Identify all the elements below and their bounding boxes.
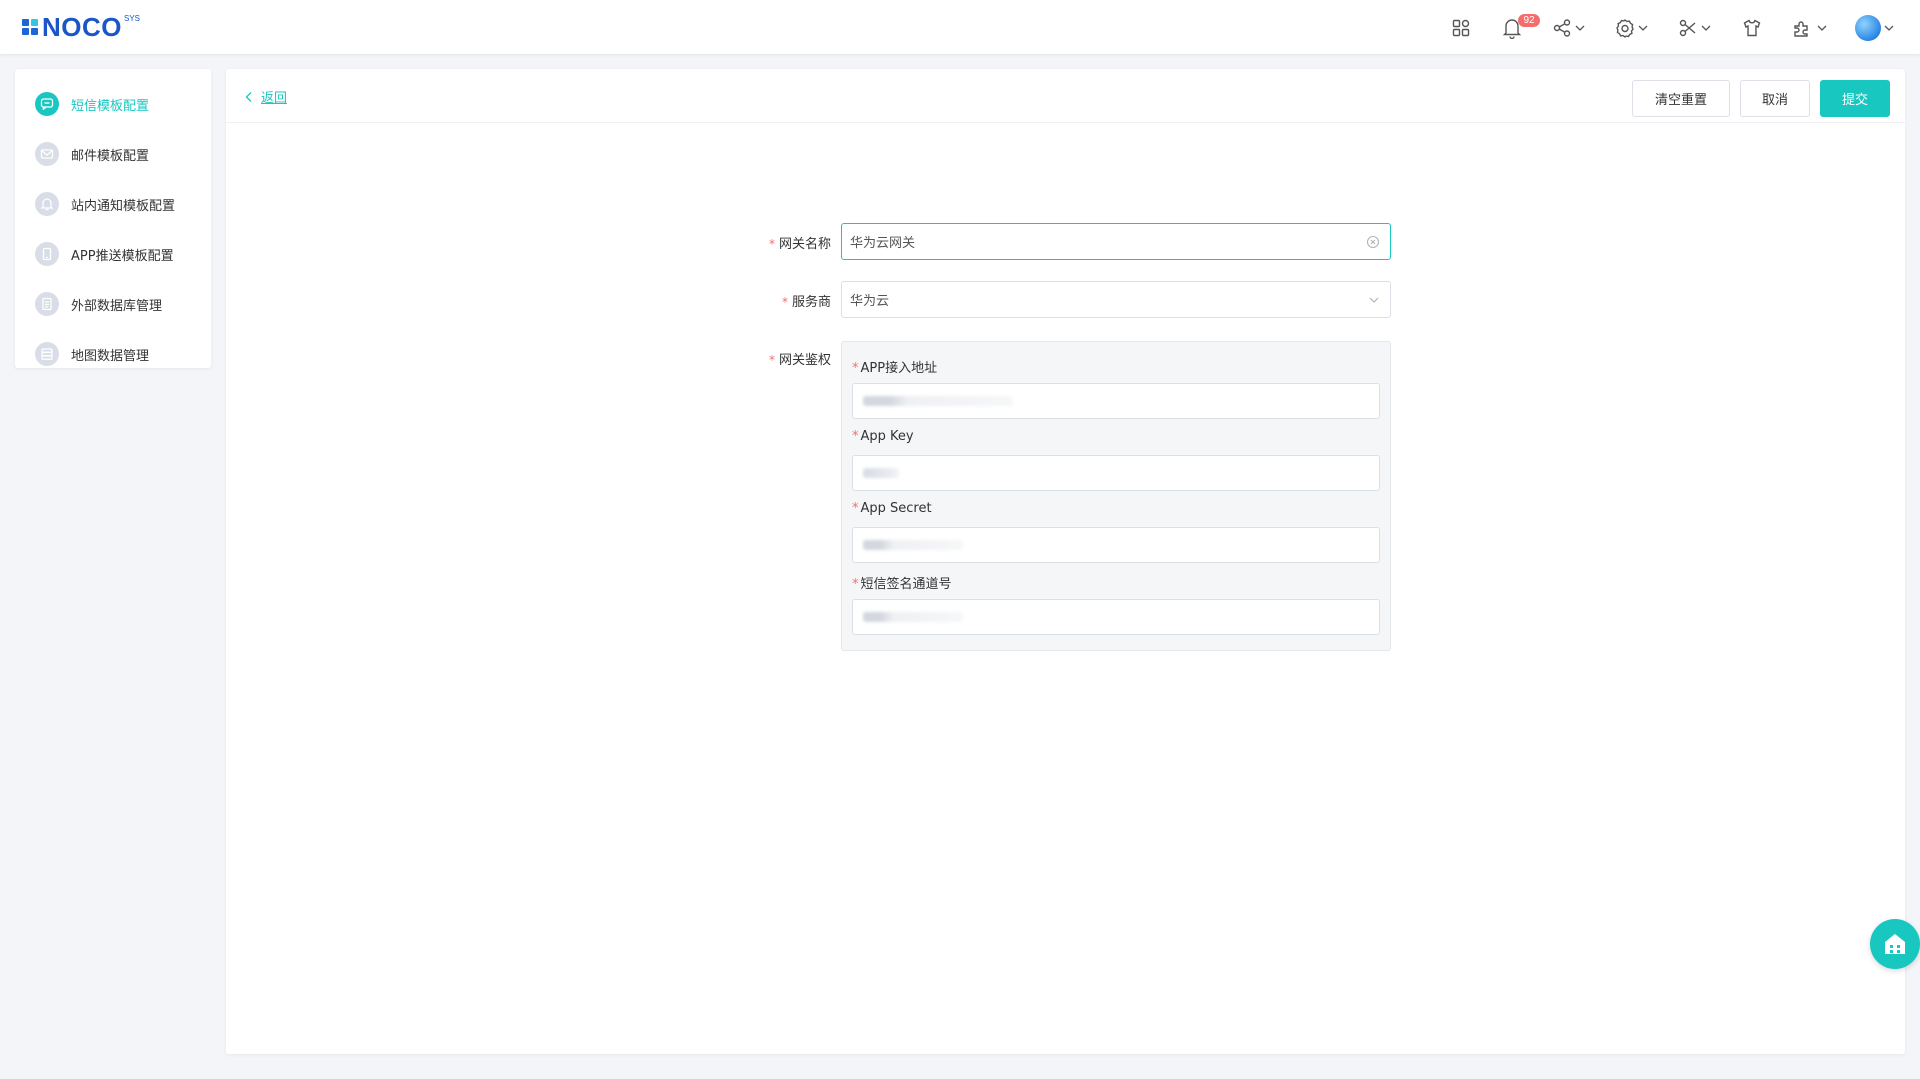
settings-menu-button[interactable] xyxy=(1615,14,1649,42)
chevron-down-icon xyxy=(1638,25,1648,31)
panel-header: 返回 清空重置 取消 提交 xyxy=(226,69,1905,123)
gear-icon xyxy=(1616,19,1634,38)
app-key-input[interactable] xyxy=(852,455,1380,491)
chevron-down-icon xyxy=(1575,25,1585,31)
back-link[interactable]: 返回 xyxy=(245,87,287,106)
share-menu-button[interactable] xyxy=(1552,14,1586,42)
grid-apps-icon xyxy=(1452,19,1470,37)
sidebar-item-label: 短信模板配置 xyxy=(71,98,150,114)
sidebar: 短信模板配置 邮件模板配置 站内通知模板配置 APP推送模板配置 外部数据库管理… xyxy=(15,69,211,368)
masked-value xyxy=(863,396,1013,406)
cancel-button[interactable]: 取消 xyxy=(1740,80,1810,117)
sidebar-item-label: APP推送模板配置 xyxy=(71,248,174,264)
main-panel: 返回 清空重置 取消 提交 * 网关名称 华为云网关 * 服务商 华为云 * 网关鉴权… xyxy=(226,69,1905,1054)
reset-button[interactable]: 清空重置 xyxy=(1632,80,1730,117)
app-secret-label: * App Secret xyxy=(852,501,932,516)
chevron-down-icon xyxy=(1701,25,1711,31)
sms-signature-channel-label: * 短信签名通道号 xyxy=(852,577,952,592)
apps-grid-button[interactable] xyxy=(1451,14,1471,42)
document-icon xyxy=(35,292,59,316)
required-mark: * xyxy=(852,501,859,516)
notifications-button[interactable]: 92 xyxy=(1502,14,1540,42)
sidebar-item-label: 地图数据管理 xyxy=(71,348,150,364)
bell-icon xyxy=(35,192,59,216)
app-access-url-label: * APP接入地址 xyxy=(852,361,938,376)
sidebar-item-label: 外部数据库管理 xyxy=(71,298,163,314)
plugins-menu-button[interactable] xyxy=(1792,14,1828,42)
sidebar-item-sms-template[interactable]: 短信模板配置 xyxy=(15,79,211,129)
notification-badge: 92 xyxy=(1518,14,1540,27)
required-mark: * xyxy=(852,577,859,592)
required-mark: * xyxy=(768,237,775,251)
required-mark: * xyxy=(852,361,859,376)
app-access-url-input[interactable] xyxy=(852,383,1380,419)
phone-icon xyxy=(35,242,59,266)
sidebar-item-external-db[interactable]: 外部数据库管理 xyxy=(15,279,211,329)
sidebar-item-site-notice-template[interactable]: 站内通知模板配置 xyxy=(15,179,211,229)
home-icon xyxy=(1885,934,1905,954)
sidebar-item-map-data[interactable]: 地图数据管理 xyxy=(15,329,211,379)
share-icon xyxy=(1553,19,1571,37)
tools-menu-button[interactable] xyxy=(1678,14,1712,42)
chevron-left-icon xyxy=(245,91,252,102)
app-key-label: * App Key xyxy=(852,429,914,444)
submit-button[interactable]: 提交 xyxy=(1820,80,1890,117)
back-label: 返回 xyxy=(261,91,288,106)
clear-icon[interactable] xyxy=(1366,235,1380,249)
gateway-name-input[interactable]: 华为云网关 xyxy=(841,223,1391,260)
sidebar-item-app-push-template[interactable]: APP推送模板配置 xyxy=(15,229,211,279)
gateway-name-value: 华为云网关 xyxy=(850,236,916,251)
user-menu-button[interactable] xyxy=(1855,14,1895,42)
sidebar-item-email-template[interactable]: 邮件模板配置 xyxy=(15,129,211,179)
scissors-icon xyxy=(1679,19,1696,37)
masked-value xyxy=(863,540,963,550)
provider-label: * 服务商 xyxy=(781,295,831,310)
chevron-down-icon xyxy=(1884,25,1894,31)
theme-button[interactable] xyxy=(1742,14,1762,42)
sidebar-item-label: 站内通知模板配置 xyxy=(71,198,176,214)
required-mark: * xyxy=(852,429,859,444)
puzzle-icon xyxy=(1794,21,1808,37)
masked-value xyxy=(863,612,963,622)
required-mark: * xyxy=(781,295,788,309)
chat-bubble-icon xyxy=(35,92,59,116)
provider-select[interactable]: 华为云 xyxy=(841,281,1391,318)
header-toolbar: 92 xyxy=(0,14,1920,42)
app-secret-input[interactable] xyxy=(852,527,1380,563)
floating-home-button[interactable] xyxy=(1870,919,1920,969)
gateway-name-label: * 网关名称 xyxy=(768,237,831,252)
mail-icon xyxy=(35,142,59,166)
gateway-auth-group: * APP接入地址 * App Key * App Secret * 短信签名通道号 xyxy=(841,341,1391,651)
sms-signature-channel-input[interactable] xyxy=(852,599,1380,635)
masked-value xyxy=(863,468,899,478)
avatar xyxy=(1855,15,1881,41)
shirt-icon xyxy=(1743,19,1761,37)
gateway-auth-label: * 网关鉴权 xyxy=(768,353,831,368)
chevron-down-icon xyxy=(1369,297,1379,303)
sidebar-item-label: 邮件模板配置 xyxy=(71,148,150,164)
database-icon xyxy=(35,342,59,366)
top-header: NOCO SYS 92 xyxy=(0,0,1920,54)
provider-value: 华为云 xyxy=(850,294,890,309)
chevron-down-icon xyxy=(1817,25,1827,31)
required-mark: * xyxy=(768,353,775,367)
